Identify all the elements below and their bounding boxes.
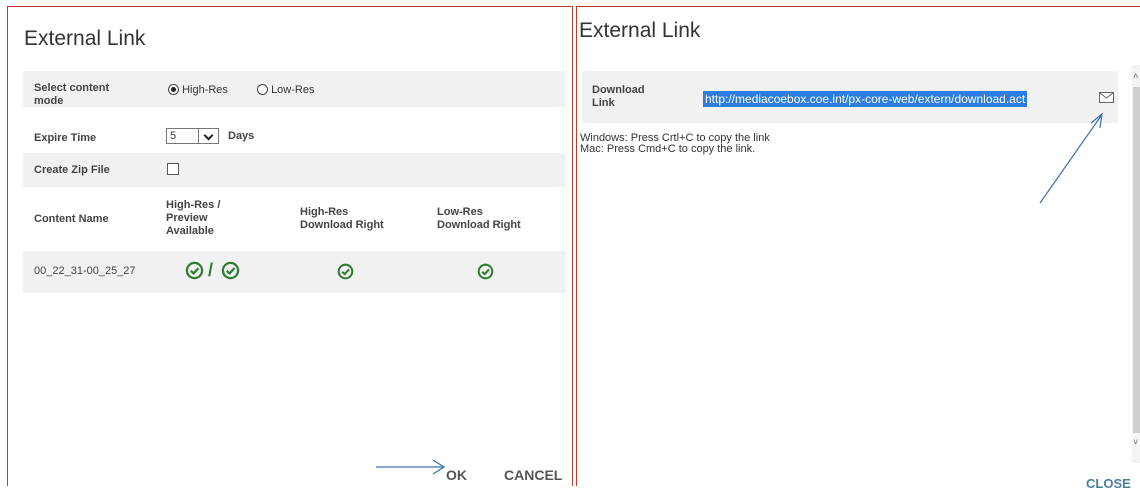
- expire-time-label: Expire Time: [34, 132, 97, 144]
- radio-high-res[interactable]: High-Res: [168, 84, 228, 96]
- col-content-name: Content Name: [34, 213, 109, 225]
- scrollbar-thumb[interactable]: [1133, 87, 1140, 433]
- radio-low-res-label: Low-Res: [271, 84, 315, 96]
- col-low-res-download: Low-Res Download Right: [437, 206, 521, 231]
- content-name-cell: 00_22_31-00_25_27: [34, 265, 136, 277]
- external-link-dialog-left: External Link Select content mode High-R…: [7, 6, 573, 486]
- ok-button[interactable]: OK: [446, 467, 467, 483]
- scroll-up-icon[interactable]: ˄: [1133, 71, 1138, 81]
- zip-checkbox[interactable]: [167, 163, 179, 175]
- zip-row: Create Zip File: [23, 153, 566, 187]
- check-circle-icon: [221, 261, 240, 280]
- external-link-dialog-right: External Link Download Link http://media…: [576, 6, 1140, 491]
- radio-low-res[interactable]: Low-Res: [257, 84, 314, 96]
- cancel-button[interactable]: CANCEL: [504, 467, 562, 483]
- mac-instruction: Mac: Press Cmd+C to copy the link.: [580, 143, 756, 155]
- download-link-label: Download Link: [592, 84, 645, 109]
- scrollbar[interactable]: ˄ ˅: [1132, 65, 1140, 463]
- availability-separator: /: [208, 260, 214, 280]
- expire-time-value: 5: [170, 130, 177, 142]
- table-row[interactable]: 00_22_31-00_25_27 /: [23, 251, 566, 293]
- check-circle-icon: [477, 263, 494, 280]
- radio-selected-icon[interactable]: [168, 84, 179, 95]
- check-circle-icon: [185, 261, 204, 280]
- col-high-res-download: High-Res Download Right: [300, 206, 384, 231]
- check-circle-icon: [337, 263, 354, 280]
- expire-time-row: Expire Time 5 Days: [23, 119, 566, 151]
- scroll-down-icon[interactable]: ˅: [1133, 437, 1138, 447]
- radio-unselected-icon[interactable]: [257, 84, 268, 95]
- chevron-down-icon[interactable]: [198, 129, 218, 143]
- radio-high-res-label: High-Res: [182, 84, 228, 96]
- expire-time-select[interactable]: 5: [166, 128, 219, 144]
- table-header: Content Name High-Res / Preview Availabl…: [23, 189, 566, 249]
- dialog-title: External Link: [24, 27, 146, 50]
- content-mode-row: Select content mode High-Res Low-Res: [23, 71, 566, 107]
- zip-label: Create Zip File: [34, 164, 110, 176]
- expire-time-unit: Days: [228, 130, 255, 142]
- mail-icon[interactable]: [1099, 92, 1114, 103]
- content-mode-label: Select content mode: [34, 82, 110, 107]
- close-button[interactable]: CLOSE: [1086, 476, 1131, 491]
- col-high-res-preview: High-Res / Preview Available: [166, 199, 221, 237]
- dialog-title: External Link: [579, 19, 701, 42]
- annotation-arrow-icon: [376, 459, 446, 475]
- annotation-arrow-icon: [1039, 112, 1103, 204]
- download-link-url[interactable]: http://mediacoebox.coe.int/px-core-web/e…: [703, 91, 1028, 107]
